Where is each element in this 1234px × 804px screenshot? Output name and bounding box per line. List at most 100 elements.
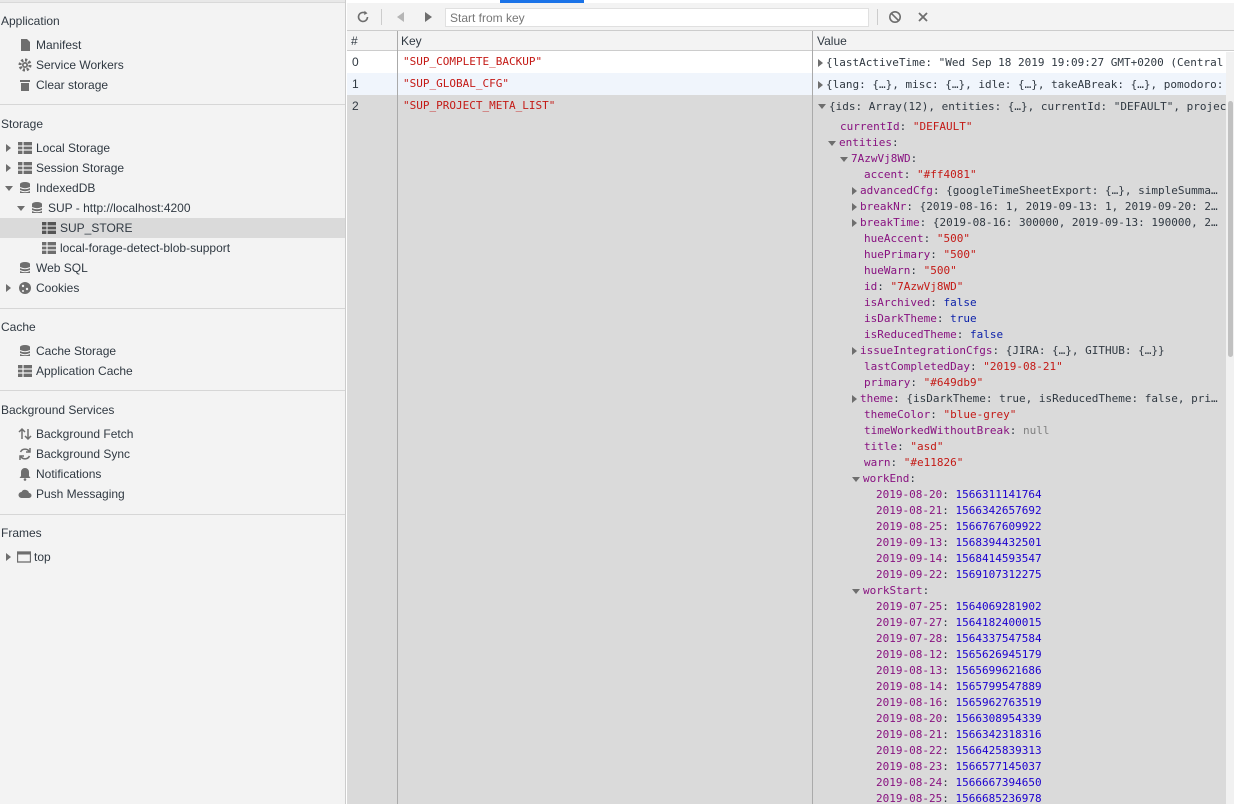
expand-arrow-icon[interactable] (818, 58, 823, 67)
sidebar-item-blob-support-store[interactable]: local-forage-detect-blob-support (0, 238, 345, 258)
expand-arrow-icon[interactable] (6, 164, 11, 172)
tree-property-expandable[interactable]: breakNr: {2019-08-16: 1, 2019-09-13: 1, … (852, 199, 1218, 215)
sidebar-item-indexeddb-database[interactable]: SUP - http://localhost:4200 (0, 198, 345, 218)
clear-object-store-button[interactable] (885, 7, 905, 27)
column-header-value[interactable]: Value (817, 31, 1117, 51)
sidebar-item-application-cache[interactable]: Application Cache (0, 361, 345, 381)
tree-property: isDarkTheme: true (864, 312, 977, 325)
tree-node-entities[interactable]: entities: (828, 135, 899, 151)
expand-arrow-icon[interactable] (6, 144, 11, 152)
tree-property: lastCompletedDay: "2019-08-21" (864, 360, 1063, 373)
collapse-arrow-icon[interactable] (852, 588, 860, 594)
row-value: {lang: {…}, misc: {…}, idle: {…}, takeAB… (818, 73, 1226, 95)
expand-arrow-icon[interactable] (852, 219, 857, 227)
table-row[interactable]: 0 "SUP_COMPLETE_BACKUP" {lastActiveTime:… (347, 51, 1234, 73)
sidebar-item-sup-store[interactable]: SUP_STORE (0, 218, 345, 238)
block-icon (889, 11, 901, 23)
section-title-background-services: Background Services (1, 403, 115, 417)
section-divider (0, 104, 345, 105)
tree-property: warn: "#e11826" (864, 456, 964, 469)
tree-property: currentId: "DEFAULT" (840, 120, 973, 133)
up-down-arrows-icon (18, 427, 32, 441)
tree-property-expandable[interactable]: issueIntegrationCfgs: {JIRA: {…}, GITHUB… (852, 343, 1165, 359)
tree-property-expandable[interactable]: breakTime: {2019-08-16: 300000, 2019-09-… (852, 215, 1218, 231)
sidebar-item-background-fetch[interactable]: Background Fetch (0, 424, 345, 444)
tree-entry: 2019-08-22: 1566425839313 (876, 744, 1042, 757)
section-title-application: Application (1, 14, 60, 28)
section-divider (0, 308, 345, 309)
delete-selected-button[interactable] (913, 7, 933, 27)
row-number: 2 (352, 99, 359, 113)
collapse-arrow-icon[interactable] (840, 156, 848, 162)
sidebar-item-notifications[interactable]: Notifications (0, 464, 345, 484)
sidebar-item-background-sync[interactable]: Background Sync (0, 444, 345, 464)
column-header-key[interactable]: Key (401, 31, 701, 51)
table-icon (18, 161, 32, 175)
tree-node-entity[interactable]: 7AzwVj8WD: (840, 151, 917, 167)
tree-entry: 2019-08-21: 1566342657692 (876, 504, 1042, 517)
expand-arrow-icon[interactable] (852, 395, 857, 403)
start-from-key-input[interactable] (445, 8, 869, 27)
row-value-preview: {ids: Array(12), entities: {…}, currentI… (829, 100, 1226, 113)
tree-entry: 2019-08-25: 1566767609922 (876, 520, 1042, 533)
bell-icon (18, 467, 32, 481)
previous-page-button[interactable] (391, 7, 411, 27)
row-key: "SUP_COMPLETE_BACKUP" (403, 55, 543, 68)
column-divider (812, 31, 813, 804)
table-row[interactable]: 1 "SUP_GLOBAL_CFG" {lang: {…}, misc: {…}… (347, 73, 1234, 95)
sidebar-item-cache-storage[interactable]: Cache Storage (0, 341, 345, 361)
expand-arrow-icon[interactable] (6, 553, 11, 561)
sidebar-item-frame-top[interactable]: top (0, 547, 345, 567)
expand-arrow-icon[interactable] (6, 284, 11, 292)
tree-entry: 2019-08-24: 1566667394650 (876, 776, 1042, 789)
toolbar-separator (877, 9, 878, 25)
section-divider (0, 390, 345, 391)
collapse-arrow-icon[interactable] (828, 140, 836, 146)
sidebar-item-cookies[interactable]: Cookies (0, 278, 345, 298)
expand-arrow-icon[interactable] (852, 203, 857, 211)
next-page-button[interactable] (418, 7, 438, 27)
tree-property: id: "7AzwVj8WD" (864, 280, 964, 293)
tree-node-workStart[interactable]: workStart: (852, 583, 929, 599)
sidebar-item-web-sql[interactable]: Web SQL (0, 258, 345, 278)
sidebar-item-label: top (34, 550, 51, 564)
gear-icon (18, 58, 32, 72)
sidebar-item-label: IndexedDB (36, 181, 96, 195)
row-value: {lastActiveTime: "Wed Sep 18 2019 19:09:… (818, 51, 1226, 73)
tree-property: isArchived: false (864, 296, 977, 309)
collapse-arrow-icon[interactable] (852, 476, 860, 482)
table-icon (18, 141, 32, 155)
triangle-right-icon (425, 12, 432, 22)
tree-entry: 2019-09-14: 1568414593547 (876, 552, 1042, 565)
expand-arrow-icon[interactable] (852, 347, 857, 355)
sidebar-item-label: Cache Storage (36, 344, 117, 358)
tree-property: hueWarn: "500" (864, 264, 957, 277)
sidebar-item-indexeddb[interactable]: IndexedDB (0, 178, 345, 198)
sidebar-item-push-messaging[interactable]: Push Messaging (0, 484, 345, 504)
toolbar-separator (381, 9, 382, 25)
refresh-button[interactable] (353, 7, 373, 27)
tree-property: huePrimary: "500" (864, 248, 977, 261)
application-sidebar: Application Manifest Service Workers Cle… (0, 0, 346, 804)
tree-entry: 2019-08-23: 1566577145037 (876, 760, 1042, 773)
sidebar-item-session-storage[interactable]: Session Storage (0, 158, 345, 178)
tree-node-workEnd[interactable]: workEnd: (852, 471, 916, 487)
collapse-arrow-icon[interactable] (17, 206, 25, 211)
section-divider (0, 514, 345, 515)
row-value-preview: {lastActiveTime: "Wed Sep 18 2019 19:09:… (826, 56, 1224, 69)
table-row-selected[interactable]: 2 "SUP_PROJECT_META_LIST" {ids: Array(12… (347, 95, 1234, 117)
collapse-arrow-icon[interactable] (818, 104, 826, 110)
data-view-toolbar (347, 3, 1234, 31)
sidebar-item-local-storage[interactable]: Local Storage (0, 138, 345, 158)
sidebar-top-edge (0, 0, 345, 3)
tree-property-expandable[interactable]: advancedCfg: {googleTimeSheetExport: {…}… (852, 183, 1218, 199)
scrollbar-thumb[interactable] (1228, 101, 1233, 357)
collapse-arrow-icon[interactable] (5, 186, 13, 191)
expand-arrow-icon[interactable] (818, 80, 823, 89)
tree-entry: 2019-09-13: 1568394432501 (876, 536, 1042, 549)
sidebar-item-label: local-forage-detect-blob-support (60, 241, 231, 255)
sidebar-item-label: Local Storage (36, 141, 111, 155)
column-header-number[interactable]: # (351, 31, 391, 51)
tree-property-expandable[interactable]: theme: {isDarkTheme: true, isReducedThem… (852, 391, 1218, 407)
expand-arrow-icon[interactable] (852, 187, 857, 195)
